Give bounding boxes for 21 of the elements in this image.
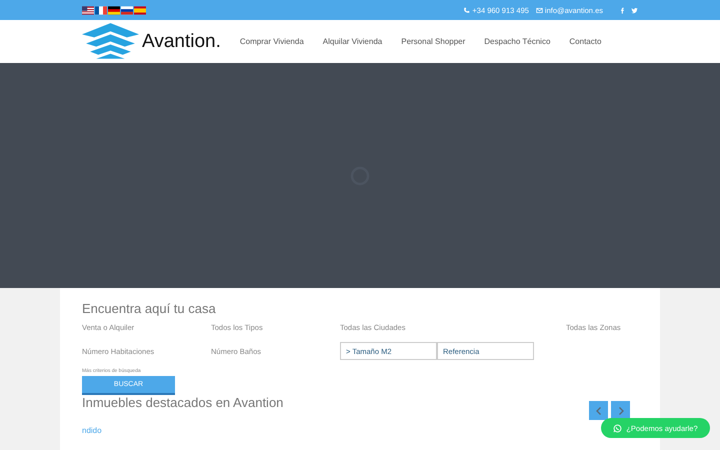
nav-link[interactable]: Contacto bbox=[569, 37, 602, 46]
nav-link[interactable]: Comprar Vivienda bbox=[240, 37, 304, 46]
envelope-icon bbox=[536, 6, 543, 14]
nav-link[interactable]: Alquilar Vivienda bbox=[322, 37, 382, 46]
section-title: Inmuebles destacados en Avantion bbox=[82, 395, 284, 410]
chevron-left-icon bbox=[594, 406, 604, 416]
flag-icon[interactable] bbox=[121, 6, 133, 14]
whatsapp-icon bbox=[613, 424, 622, 432]
facebook-icon[interactable] bbox=[619, 6, 626, 14]
property-link[interactable]: ndido bbox=[82, 426, 102, 435]
nav-link[interactable]: Despacho Técnico bbox=[484, 37, 550, 46]
flag-icon[interactable] bbox=[95, 6, 107, 14]
previous-button[interactable] bbox=[589, 401, 608, 420]
section-title: Encuentra aquí tu casa bbox=[82, 301, 217, 316]
flag-icon[interactable] bbox=[82, 6, 94, 14]
nav-link[interactable]: Personal Shopper bbox=[401, 37, 466, 46]
flag-icon[interactable] bbox=[108, 6, 120, 14]
twitter-icon[interactable] bbox=[631, 6, 638, 14]
logo-icon[interactable] bbox=[82, 23, 139, 60]
phone-icon bbox=[463, 6, 470, 14]
logo-text[interactable]: Avantion. bbox=[142, 30, 221, 52]
